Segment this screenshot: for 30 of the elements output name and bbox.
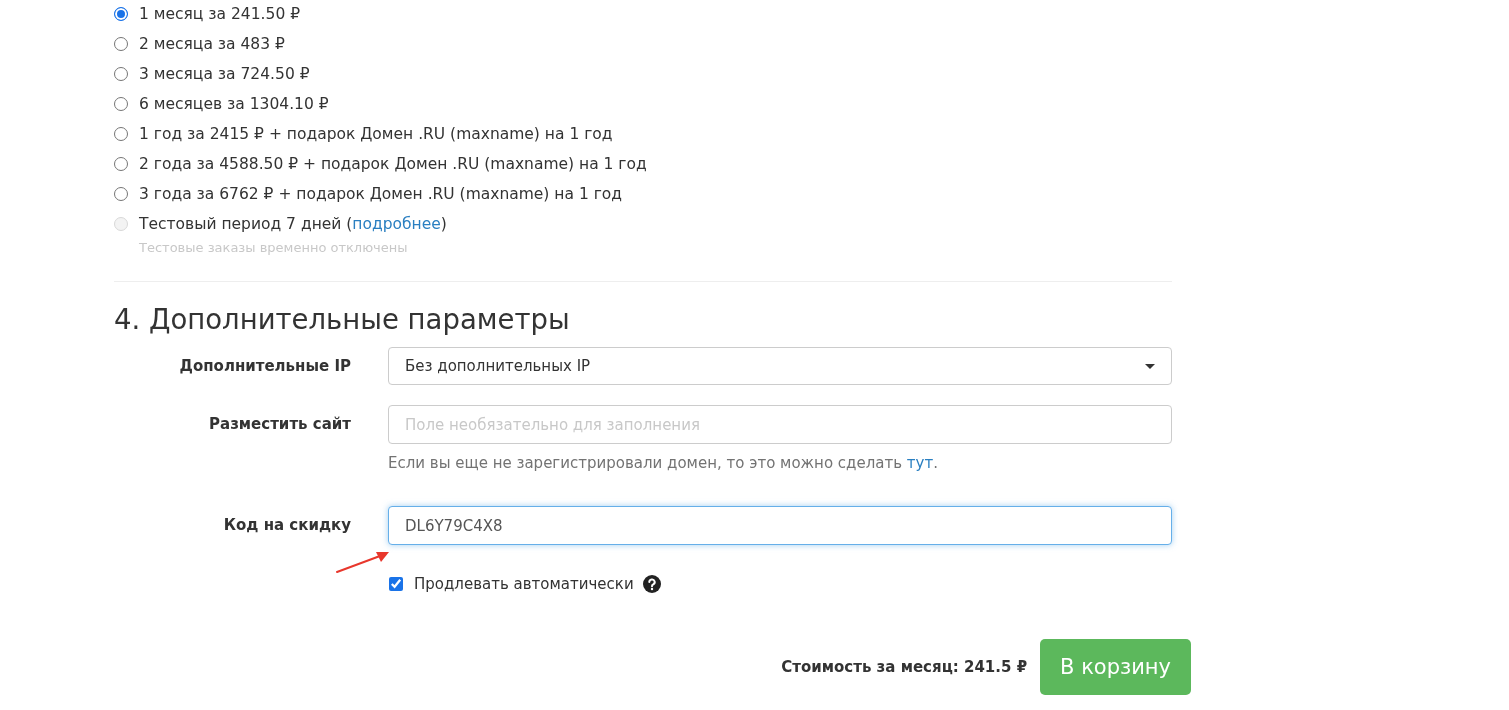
period-radio[interactable] — [114, 7, 128, 21]
annotation-arrow — [336, 550, 390, 574]
period-radio[interactable] — [114, 127, 128, 141]
field-label: Код на скидку — [223, 515, 351, 536]
period-label: 3 месяца за 724.50 ₽ — [139, 65, 310, 83]
register-link[interactable]: тут — [906, 454, 934, 472]
period-label: Тестовый период 7 дней (подробнее) — [139, 215, 447, 233]
field-label: Дополнительные IP — [179, 356, 351, 377]
section-title: 4. Дополнительные параметры — [114, 302, 570, 337]
period-radio[interactable] — [114, 67, 128, 81]
period-label: 6 месяцев за 1304.10 ₽ — [139, 95, 329, 113]
caret-icon — [1145, 363, 1155, 369]
period-label: 3 года за 6762 ₽ + подарок Домен .RU (maxname) на 1 год — [139, 185, 623, 203]
period-radio[interactable] — [114, 157, 128, 171]
monthly-cost: Стоимость за месяц: 241.5 ₽ — [781, 658, 1028, 676]
auto-renew-label: Продлевать автоматически — [414, 575, 634, 593]
period-label: 2 года за 4588.50 ₽ + подарок Домен .RU (maxname) на 1 год — [139, 155, 647, 173]
auto-renew-checkbox[interactable] — [389, 577, 403, 591]
text-input[interactable]: DL6Y79C4X8 — [388, 506, 1172, 545]
period-label: 2 месяца за 483 ₽ — [139, 35, 285, 53]
period-radio[interactable] — [114, 37, 128, 51]
period-radio[interactable] — [114, 97, 128, 111]
period-label: 1 месяц за 241.50 ₽ — [139, 5, 301, 23]
period-radio[interactable] — [114, 187, 128, 201]
period-label: 1 год за 2415 ₽ + подарок Домен .RU (maxname) на 1 год — [139, 125, 613, 143]
add-to-cart-button[interactable]: В корзину — [1040, 639, 1191, 695]
ip-select[interactable]: Без дополнительных IP — [388, 347, 1172, 385]
help-text: Если вы еще не зарегистрировали домен, то это можно сделать тут. — [388, 454, 938, 472]
field-label: Разместить сайт — [209, 414, 351, 435]
help-icon[interactable] — [642, 575, 661, 593]
